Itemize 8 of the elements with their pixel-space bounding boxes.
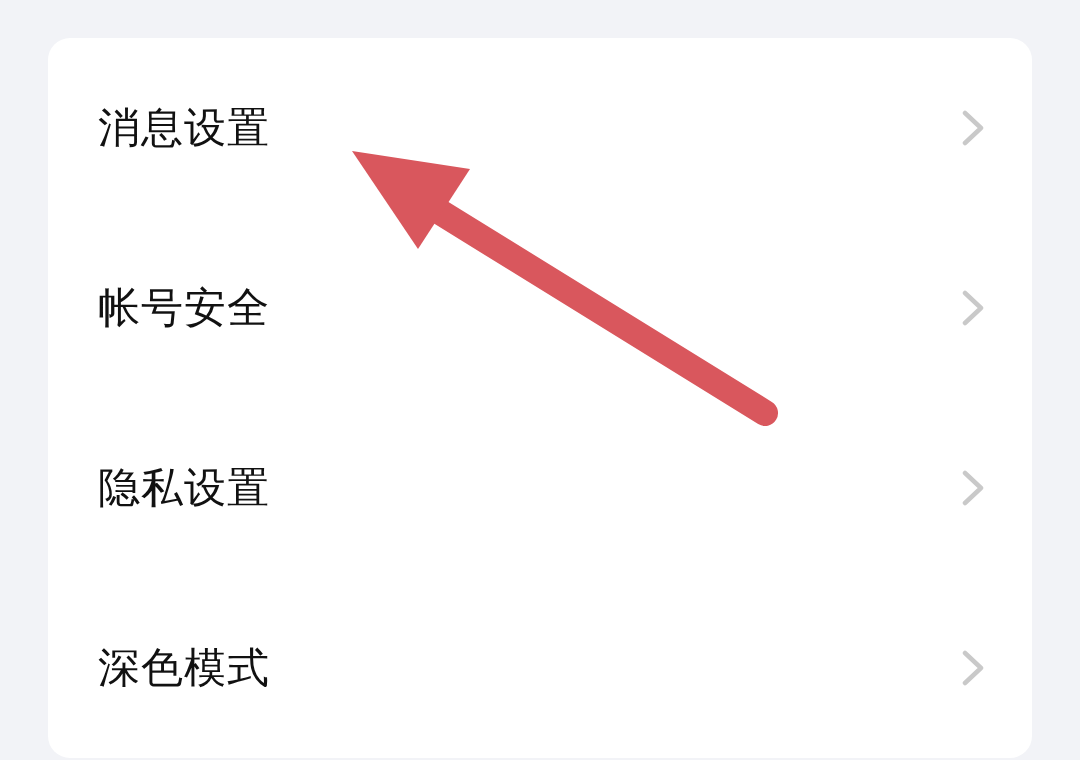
chevron-right-icon: [962, 650, 984, 686]
chevron-right-icon: [962, 470, 984, 506]
chevron-right-icon: [962, 110, 984, 146]
settings-item[interactable]: 隐私设置: [48, 398, 1032, 578]
settings-item[interactable]: 深色模式: [48, 578, 1032, 758]
settings-item[interactable]: 消息设置: [48, 38, 1032, 218]
settings-item[interactable]: 帐号安全: [48, 218, 1032, 398]
chevron-right-icon: [962, 290, 984, 326]
